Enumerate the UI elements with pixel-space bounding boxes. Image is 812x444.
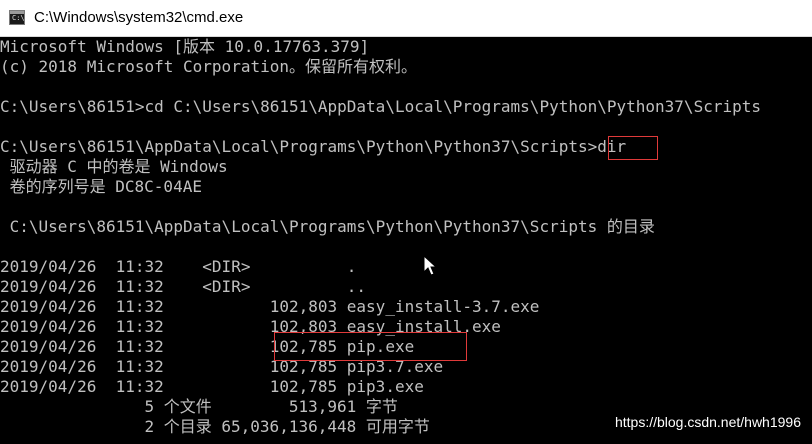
watermark: https://blog.csdn.net/hwh1996: [614, 414, 801, 430]
cmd-window: C:\ C:\Windows\system32\cmd.exe Microsof…: [0, 0, 812, 444]
console-line: C:\Users\86151\AppData\Local\Programs\Py…: [0, 137, 627, 156]
console-line: 2019/04/26 11:32 <DIR> ..: [0, 277, 367, 296]
console-line: 5 个文件 513,961 字节: [0, 397, 398, 416]
cmd-icon: C:\: [9, 10, 25, 25]
console-line: C:\Users\86151\AppData\Local\Programs\Py…: [0, 217, 655, 236]
console-line: Microsoft Windows [版本 10.0.17763.379]: [0, 37, 370, 56]
console-line: 2019/04/26 11:32 102,803 easy_install-3.…: [0, 297, 540, 316]
console-line: 2019/04/26 11:32 <DIR> .: [0, 257, 357, 276]
console-line: 2019/04/26 11:32 102,785 pip3.exe: [0, 377, 424, 396]
console-line: 卷的序列号是 DC8C-04AE: [0, 177, 202, 196]
dir-command-highlight: [608, 136, 658, 160]
console-line: (c) 2018 Microsoft Corporation。保留所有权利。: [0, 57, 417, 76]
console-line: 驱动器 C 中的卷是 Windows: [0, 157, 228, 176]
console-output[interactable]: Microsoft Windows [版本 10.0.17763.379] (c…: [0, 37, 812, 444]
console-line: C:\Users\86151>cd C:\Users\86151\AppData…: [0, 97, 761, 116]
console-line: 2 个目录 65,036,136,448 可用字节: [0, 417, 430, 436]
mouse-pointer-icon: [423, 255, 438, 276]
pip-exe-highlight: [274, 332, 467, 361]
window-title: C:\Windows\system32\cmd.exe: [34, 9, 244, 26]
title-bar[interactable]: C:\ C:\Windows\system32\cmd.exe: [0, 0, 812, 37]
